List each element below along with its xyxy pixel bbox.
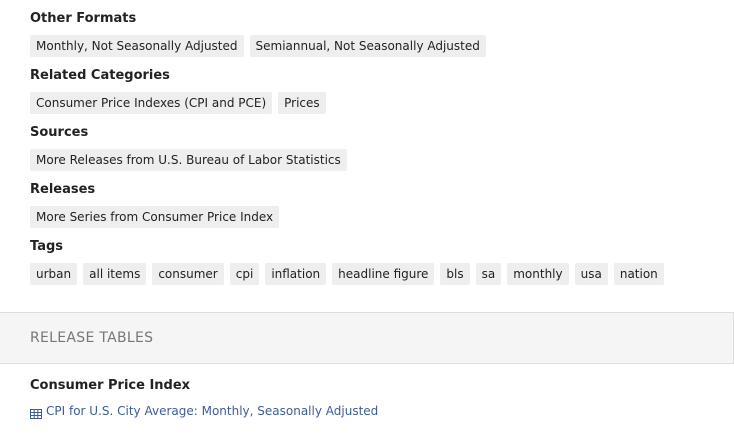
release-group-heading: Consumer Price Index <box>30 378 191 393</box>
category-chip-consumer-price-indexes[interactable]: Consumer Price Indexes (CPI and PCE) <box>30 92 273 114</box>
sources-section: Sources More Releases from U.S. Bureau o… <box>30 125 347 171</box>
tag-chip-urban[interactable]: urban <box>30 263 78 285</box>
cpi-us-city-average-link[interactable]: CPI for U.S. City Average: Monthly, Seas… <box>46 403 378 419</box>
tag-chip-inflation[interactable]: inflation <box>265 263 327 285</box>
source-chip-bls[interactable]: More Releases from U.S. Bureau of Labor … <box>30 149 347 171</box>
tag-chip-cpi[interactable]: cpi <box>229 263 260 285</box>
releases-list: More Series from Consumer Price Index <box>30 206 280 228</box>
other-formats-list: Monthly, Not Seasonally Adjusted Semiann… <box>30 35 486 57</box>
other-formats-section: Other Formats Monthly, Not Seasonally Ad… <box>30 11 486 57</box>
table-icon <box>30 405 42 419</box>
related-categories-heading: Related Categories <box>30 68 170 83</box>
sources-heading: Sources <box>30 125 89 140</box>
release-tables-title: RELEASE TABLES <box>30 330 154 346</box>
tag-chip-headline-figure[interactable]: headline figure <box>332 263 435 285</box>
releases-heading: Releases <box>30 182 96 197</box>
related-categories-section: Related Categories Consumer Price Indexe… <box>30 68 326 114</box>
tags-section: Tags urban all items consumer cpi inflat… <box>30 239 664 285</box>
release-tables-panel: RELEASE TABLES <box>0 312 734 364</box>
format-chip-monthly-nsa[interactable]: Monthly, Not Seasonally Adjusted <box>30 35 244 57</box>
other-formats-heading: Other Formats <box>30 11 137 26</box>
category-chip-prices[interactable]: Prices <box>278 92 326 114</box>
tag-chip-sa[interactable]: sa <box>475 263 502 285</box>
releases-section: Releases More Series from Consumer Price… <box>30 182 280 228</box>
tag-chip-nation[interactable]: nation <box>613 263 664 285</box>
format-chip-semiannual-nsa[interactable]: Semiannual, Not Seasonally Adjusted <box>249 35 486 57</box>
release-tables-group: Consumer Price Index <box>30 378 190 394</box>
tag-chip-consumer[interactable]: consumer <box>152 263 224 285</box>
tags-list: urban all items consumer cpi inflation h… <box>30 263 664 285</box>
related-categories-list: Consumer Price Indexes (CPI and PCE) Pri… <box>30 92 326 114</box>
tag-chip-monthly[interactable]: monthly <box>507 263 569 285</box>
release-table-link-row[interactable]: CPI for U.S. City Average: Monthly, Seas… <box>30 403 378 419</box>
tags-heading: Tags <box>30 239 64 254</box>
tag-chip-all-items[interactable]: all items <box>83 263 147 285</box>
release-chip-cpi[interactable]: More Series from Consumer Price Index <box>30 206 280 228</box>
sources-list: More Releases from U.S. Bureau of Labor … <box>30 149 347 171</box>
tag-chip-usa[interactable]: usa <box>574 263 608 285</box>
tag-chip-bls[interactable]: bls <box>440 263 470 285</box>
